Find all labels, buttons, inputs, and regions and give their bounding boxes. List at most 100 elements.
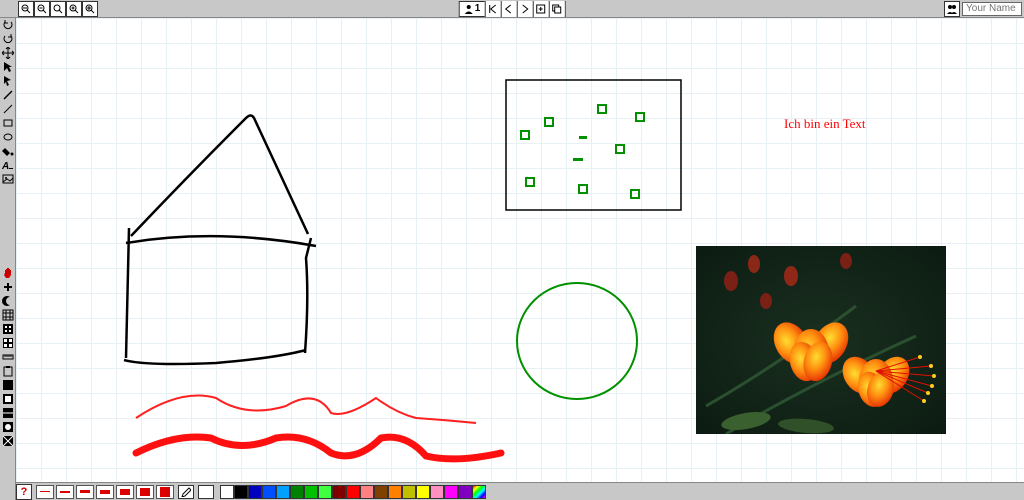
zoom-controls (18, 1, 98, 17)
move-tool[interactable] (0, 46, 16, 60)
user-name-group (944, 1, 1022, 17)
color-swatch-9[interactable] (346, 485, 360, 499)
user-icon (464, 4, 474, 14)
view-option-a[interactable] (0, 322, 16, 336)
green-dash-2 (579, 136, 587, 139)
stroke-width-2[interactable] (56, 485, 74, 499)
pointer-tool[interactable] (0, 74, 16, 88)
left-toolbar: A (0, 18, 16, 500)
bucket-tool[interactable] (0, 144, 16, 158)
color-swatch-15[interactable] (430, 485, 444, 499)
grid-toggle[interactable] (0, 308, 16, 322)
layer-tool-b[interactable] (0, 392, 16, 406)
bottom-toolbar: ? (16, 482, 1024, 500)
top-toolbar: 1 (0, 0, 1024, 18)
image-tool[interactable] (0, 172, 16, 186)
color-swatch-7[interactable] (318, 485, 332, 499)
pages-overview-button[interactable] (548, 1, 564, 17)
color-swatch-5[interactable] (290, 485, 304, 499)
house-left-wall-stroke (126, 228, 129, 358)
color-swatch-12[interactable] (388, 485, 402, 499)
color-swatch-6[interactable] (304, 485, 318, 499)
user-name-input[interactable] (962, 2, 1022, 16)
text-object[interactable]: Ich bin ein Text (784, 116, 866, 132)
house-floor-stroke (124, 350, 306, 364)
text-tool[interactable]: A (0, 158, 16, 172)
zoom-in-full-button[interactable] (82, 1, 98, 17)
color-swatch-3[interactable] (262, 485, 276, 499)
current-color-swatch[interactable] (198, 485, 214, 499)
color-swatch-11[interactable] (374, 485, 388, 499)
circle-object (517, 283, 637, 399)
color-swatch-1[interactable] (234, 485, 248, 499)
zoom-out-full-button[interactable] (18, 1, 34, 17)
house-right-wall-stroke (305, 238, 311, 353)
eyedropper-button[interactable] (178, 485, 194, 499)
green-sq-8 (631, 190, 639, 198)
red-thick-stroke (136, 437, 501, 459)
zoom-out-button[interactable] (34, 1, 50, 17)
zoom-in-button[interactable] (66, 1, 82, 17)
color-swatch-17[interactable] (458, 485, 472, 499)
line-tool[interactable] (0, 102, 16, 116)
gradient-swatch[interactable] (472, 485, 486, 499)
stroke-width-6[interactable] (136, 485, 154, 499)
layer-tool-e[interactable] (0, 434, 16, 448)
green-sq-4 (636, 113, 644, 121)
user-count-badge: 1 (460, 3, 485, 14)
svg-text:A: A (2, 161, 9, 171)
house-roof-stroke (131, 116, 308, 237)
page-add-button[interactable] (532, 1, 548, 17)
green-sq-2 (545, 118, 553, 126)
layer-tool-c[interactable] (0, 406, 16, 420)
dark-mode-toggle[interactable] (0, 294, 16, 308)
page-next-button[interactable] (516, 1, 532, 17)
rect-tool[interactable] (0, 116, 16, 130)
color-swatch-0[interactable] (220, 485, 234, 499)
add-tool[interactable] (0, 280, 16, 294)
ellipse-tool[interactable] (0, 130, 16, 144)
clipboard-tool[interactable] (0, 364, 16, 378)
green-sq-1 (521, 131, 529, 139)
green-dash-1 (573, 158, 583, 161)
red-thin-stroke (136, 396, 476, 424)
select-tool[interactable] (0, 60, 16, 74)
help-button[interactable]: ? (16, 484, 32, 500)
color-swatch-13[interactable] (402, 485, 416, 499)
color-swatch-8[interactable] (332, 485, 346, 499)
color-swatch-2[interactable] (248, 485, 262, 499)
zoom-fit-button[interactable] (50, 1, 66, 17)
color-palette (220, 485, 472, 499)
stroke-width-3[interactable] (76, 485, 94, 499)
stroke-width-1[interactable] (36, 485, 54, 499)
layer-tool-a[interactable] (0, 378, 16, 392)
stroke-width-7[interactable] (156, 485, 174, 499)
image-object[interactable] (696, 246, 946, 434)
drawing-canvas[interactable]: Ich bin ein Text (16, 18, 1024, 482)
layer-tool-d[interactable] (0, 420, 16, 434)
pen-tool[interactable] (0, 88, 16, 102)
page-controls: 1 (459, 1, 566, 17)
toolbar-spacer (0, 186, 15, 266)
page-first-button[interactable] (484, 1, 500, 17)
green-sq-6 (526, 178, 534, 186)
stroke-width-5[interactable] (116, 485, 134, 499)
color-swatch-16[interactable] (444, 485, 458, 499)
green-sq-5 (616, 145, 624, 153)
page-prev-button[interactable] (500, 1, 516, 17)
stroke-width-4[interactable] (96, 485, 114, 499)
rect-object (506, 80, 681, 210)
users-icon[interactable] (944, 1, 960, 17)
color-swatch-4[interactable] (276, 485, 290, 499)
rulers-toggle[interactable] (0, 350, 16, 364)
redo-button[interactable] (0, 32, 16, 46)
green-sq-3 (598, 105, 606, 113)
view-option-b[interactable] (0, 336, 16, 350)
color-swatch-10[interactable] (360, 485, 374, 499)
house-crossbar-stroke (126, 236, 316, 246)
user-count-value: 1 (475, 3, 481, 14)
hand-tool[interactable] (0, 266, 16, 280)
undo-button[interactable] (0, 18, 16, 32)
green-sq-7 (579, 185, 587, 193)
color-swatch-14[interactable] (416, 485, 430, 499)
